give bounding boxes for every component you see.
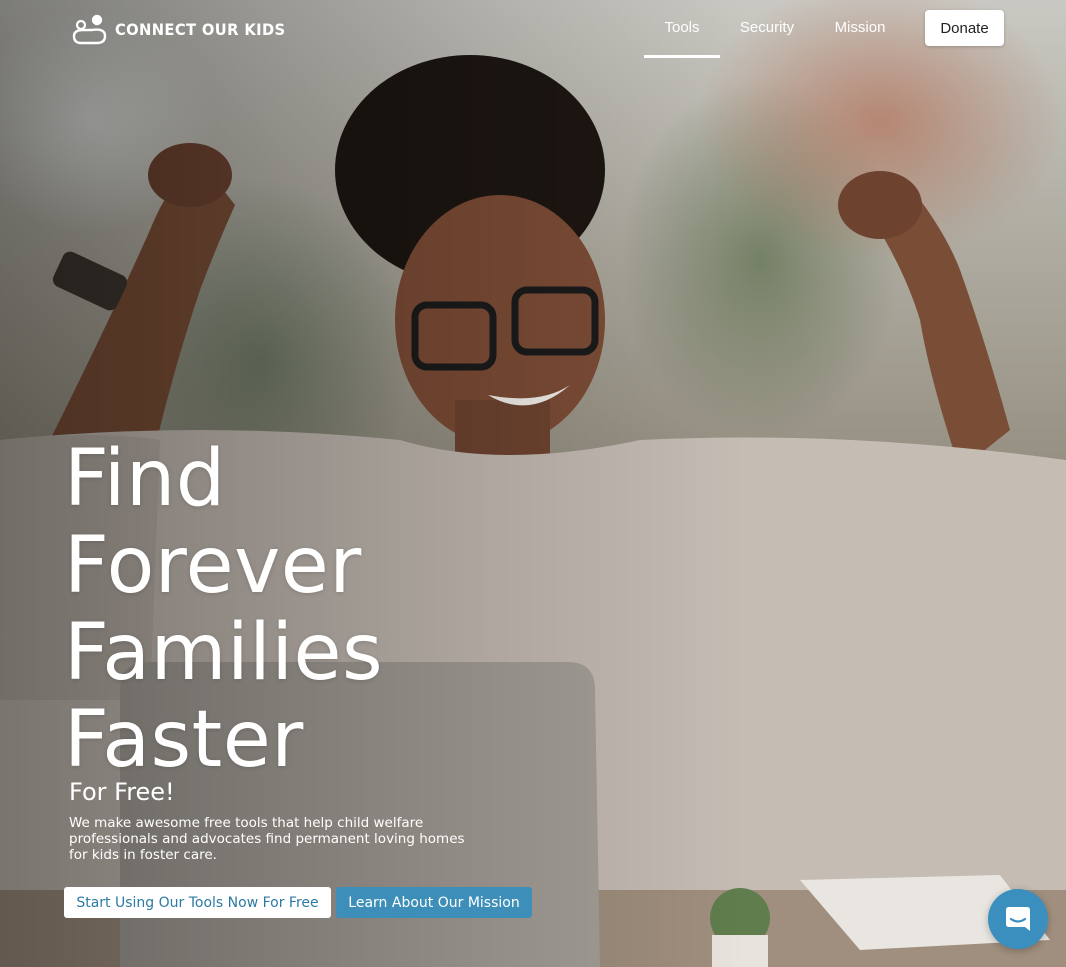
donate-button[interactable]: Donate [925,10,1004,46]
hero-headline: Find Forever Families Faster [64,436,383,784]
brand-logo[interactable]: CONNECT OUR KIDS [71,13,300,45]
learn-about-mission-button[interactable]: Learn About Our Mission [336,887,532,918]
brand-name: CONNECT OUR KIDS [115,19,286,39]
nav-item-tools[interactable]: Tools [644,0,720,58]
headline-line: Forever [64,521,362,611]
hero-subheading: For Free! [69,778,175,806]
headline-line: Faster [64,695,304,785]
chat-launcher-button[interactable] [988,889,1048,949]
start-using-tools-button[interactable]: Start Using Our Tools Now For Free [64,887,331,918]
site-header: CONNECT OUR KIDS Tools Security Mission … [0,0,1066,62]
family-icon [72,14,107,45]
headline-line: Find [64,434,226,524]
nav-item-mission[interactable]: Mission [814,0,906,58]
chat-bubble-icon [1006,907,1030,931]
headline-line: Families [64,608,384,698]
main-nav: Tools Security Mission [644,0,906,58]
nav-item-security[interactable]: Security [720,0,814,58]
hero-description: We make awesome free tools that help chi… [69,815,465,863]
